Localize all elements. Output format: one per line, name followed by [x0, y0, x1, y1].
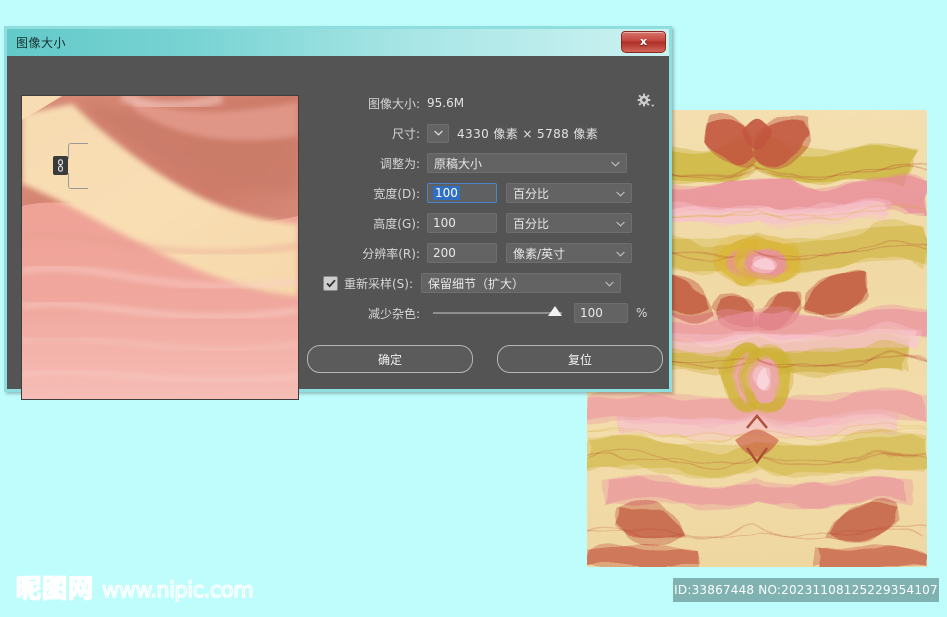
reduce-noise-unit: % [636, 306, 648, 320]
slider-thumb[interactable] [548, 306, 562, 316]
dialog-titlebar: 图像大小 x [7, 29, 669, 57]
watermark-site-url: www.nipic.com [101, 577, 254, 602]
reduce-noise-value: 100 [580, 306, 603, 320]
link-bracket-top [68, 143, 88, 159]
width-unit-value: 百分比 [513, 186, 550, 201]
height-value: 100 [433, 216, 456, 230]
chain-link-icon[interactable] [53, 156, 68, 175]
chevron-down-icon [611, 156, 620, 170]
image-size-label: 图像大小: [367, 96, 420, 111]
fit-to-label: 调整为: [379, 156, 420, 171]
resolution-input[interactable]: 200 [427, 243, 497, 263]
resample-label: 重新采样(S): [344, 276, 414, 291]
dimensions-value: 4330 像素 × 5788 像素 [457, 126, 599, 141]
image-size-row: 图像大小: 95.6M [307, 88, 663, 118]
close-button[interactable]: x [621, 31, 666, 53]
fit-to-row: 调整为: 原稿大小 [307, 148, 663, 178]
width-row: 宽度(D): 100 百分比 [307, 178, 663, 208]
resolution-label: 分辨率(R): [362, 246, 420, 261]
chevron-down-icon [616, 246, 625, 260]
chevron-down-icon [616, 216, 625, 230]
image-size-value: 95.6M [427, 96, 465, 110]
height-input[interactable]: 100 [427, 213, 497, 233]
width-label: 宽度(D): [373, 186, 420, 201]
width-unit-select[interactable]: 百分比 [506, 183, 632, 203]
reduce-noise-row: 减少杂色: 100 % [307, 298, 663, 328]
dialog-buttons: 确定 复位 [307, 345, 663, 373]
resample-row: 重新采样(S): 保留细节（扩大） [307, 268, 663, 298]
fit-to-select[interactable]: 原稿大小 [427, 153, 627, 173]
reduce-noise-input[interactable]: 100 [574, 303, 628, 323]
dimensions-label: 尺寸: [391, 126, 420, 141]
resample-select[interactable]: 保留细节（扩大） [421, 273, 622, 293]
resample-checkbox[interactable] [323, 275, 338, 291]
reset-button[interactable]: 复位 [497, 345, 663, 373]
link-bracket-bottom [68, 173, 88, 189]
link-dimensions-group [53, 140, 89, 192]
height-label: 高度(G): [373, 216, 420, 231]
height-row: 高度(G): 100 百分比 [307, 208, 663, 238]
dimensions-chevron-down-icon[interactable] [427, 123, 449, 143]
chevron-down-icon [616, 186, 625, 200]
width-input[interactable]: 100 [427, 183, 497, 203]
resolution-unit-select[interactable]: 像素/英寸 [506, 243, 632, 263]
image-size-dialog: 图像大小 x 图像大小: 95.6M 尺寸: 4330 像素 × 5788 像素… [4, 26, 672, 400]
resample-value: 保留细节（扩大） [428, 276, 525, 291]
reduce-noise-label: 减少杂色: [367, 306, 420, 321]
ok-button[interactable]: 确定 [307, 345, 473, 373]
image-size-form: 图像大小: 95.6M 尺寸: 4330 像素 × 5788 像素 调整为: 原… [307, 88, 663, 328]
dimensions-row: 尺寸: 4330 像素 × 5788 像素 [307, 118, 663, 148]
chevron-down-icon [605, 276, 614, 290]
height-unit-value: 百分比 [513, 216, 550, 231]
height-unit-select[interactable]: 百分比 [506, 213, 632, 233]
resolution-row: 分辨率(R): 200 像素/英寸 [307, 238, 663, 268]
width-value: 100 [433, 186, 460, 200]
id-bar: ID:33867448 NO:20231108125229354107 [673, 578, 939, 602]
dialog-body: 图像大小: 95.6M 尺寸: 4330 像素 × 5788 像素 调整为: 原… [7, 56, 669, 400]
resolution-value: 200 [433, 246, 456, 260]
gear-icon[interactable] [637, 93, 655, 109]
watermark-site-name: 昵图网 [15, 573, 95, 604]
fit-to-value: 原稿大小 [434, 156, 483, 171]
watermark: 昵图网 www.nipic.com [15, 569, 254, 605]
reduce-noise-slider[interactable] [433, 306, 562, 316]
dialog-title: 图像大小 [16, 36, 67, 50]
resolution-unit-value: 像素/英寸 [513, 246, 566, 261]
